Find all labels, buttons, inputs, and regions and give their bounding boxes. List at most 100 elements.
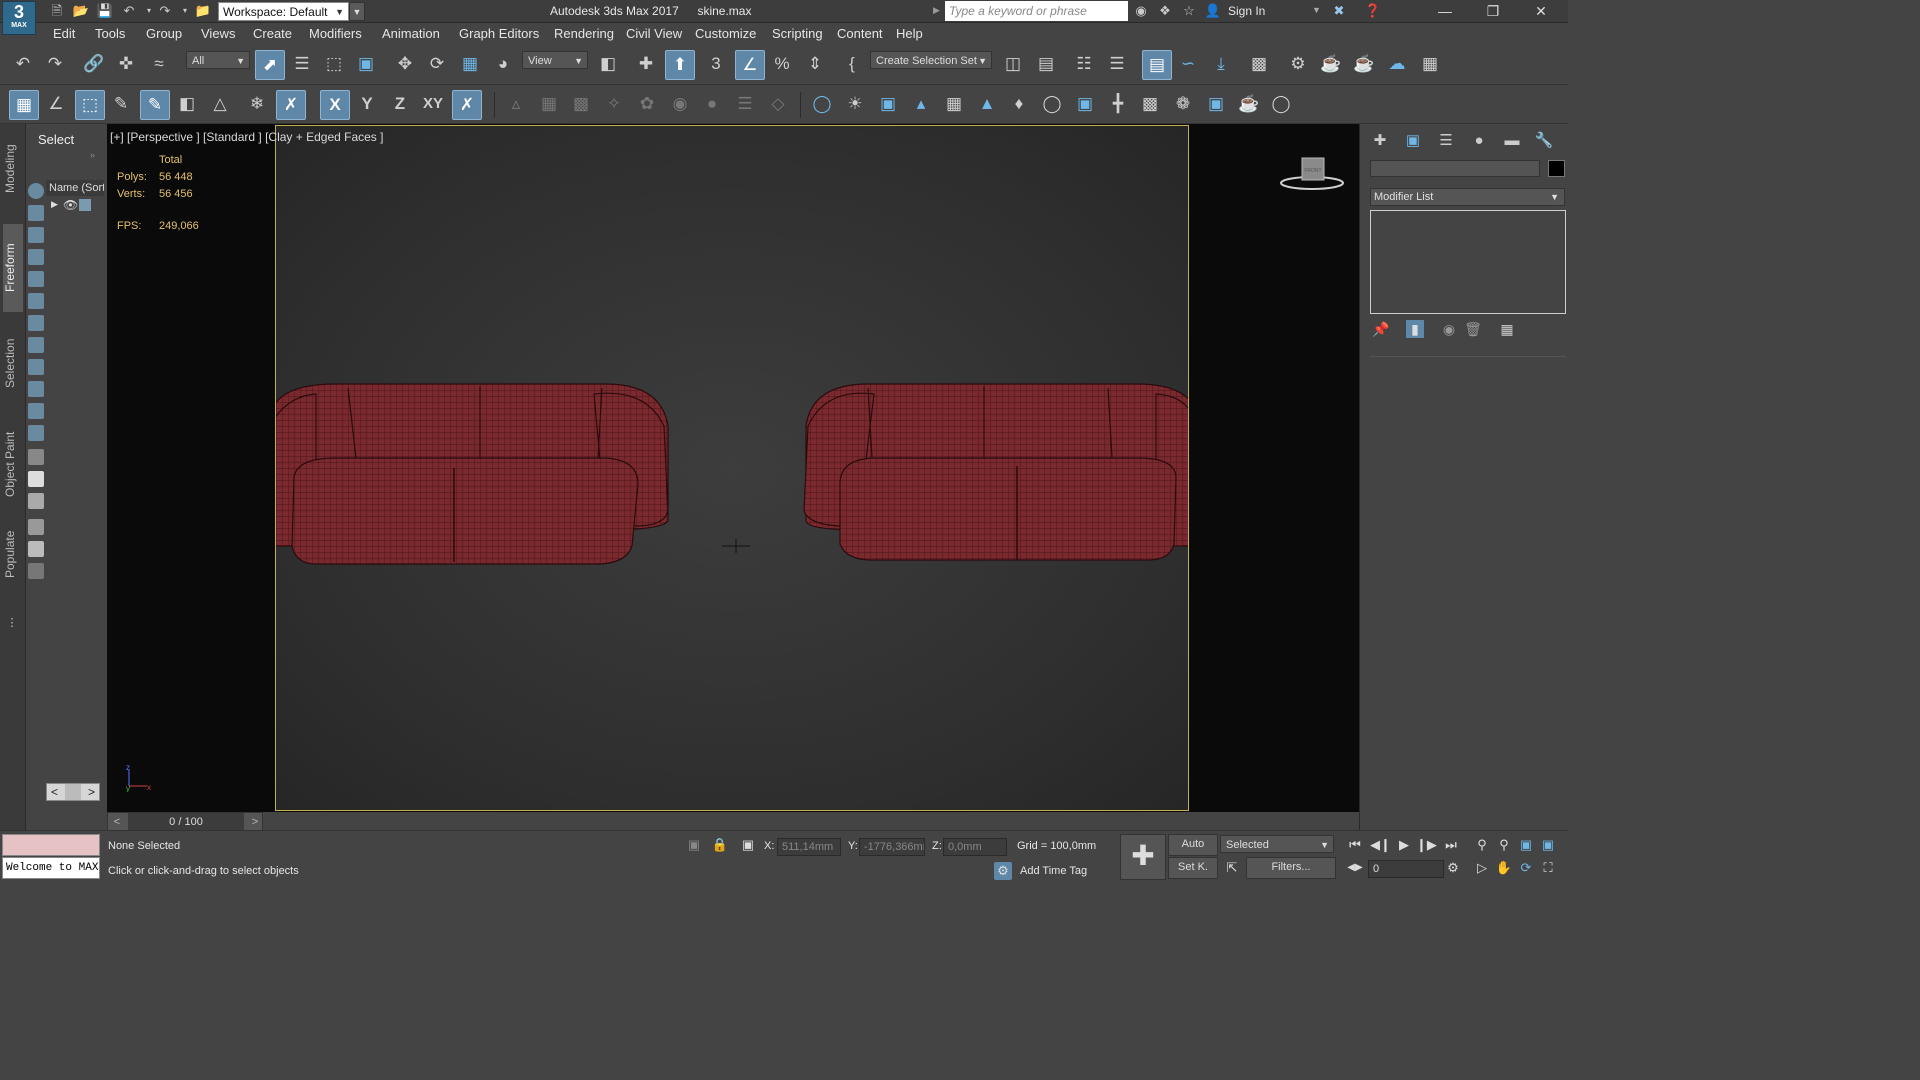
menu-create[interactable]: Create [253, 26, 292, 41]
expand-triangle-icon[interactable]: ▶ [51, 199, 58, 210]
zoom-all-icon[interactable]: ⚲ [1494, 836, 1514, 854]
redo-icon[interactable]: ↷ [41, 50, 69, 78]
freeze-icon[interactable]: ❄ [243, 90, 271, 118]
spray-icon[interactable]: ✧ [600, 90, 628, 118]
bind-to-space-warp-icon[interactable]: ≈ [145, 50, 173, 78]
snaps-toggle-icon[interactable]: 3 [702, 50, 730, 78]
menu-modifiers[interactable]: Modifiers [309, 26, 362, 41]
viewcube[interactable]: FRONT [1276, 154, 1348, 196]
render-setup-icon[interactable]: ⚙ [1284, 50, 1312, 78]
modify-tab-icon[interactable]: ▣ [1401, 130, 1425, 152]
face-snap-icon[interactable]: △ [206, 90, 234, 118]
menu-help[interactable]: Help [896, 26, 923, 41]
menu-customize[interactable]: Customize [695, 26, 756, 41]
explorer-scroll-control[interactable]: < > [46, 783, 100, 801]
field-of-view-icon[interactable]: ▷ [1472, 859, 1492, 877]
sun-icon[interactable]: ☀ [841, 90, 869, 118]
new-file-icon[interactable]: 🗎 [48, 3, 66, 19]
explorer-expand-icon[interactable]: » [90, 150, 95, 160]
communication-center-icon[interactable]: ❖ [1156, 3, 1174, 19]
object-color-swatch[interactable] [1548, 160, 1565, 177]
undo-icon[interactable]: ↶ [120, 3, 138, 19]
rectangular-selection-region-icon[interactable]: ⬚ [320, 50, 348, 78]
flame-icon[interactable]: ♦ [1005, 90, 1033, 118]
ribbon-tab-object-paint[interactable]: Object Paint [3, 424, 23, 504]
sofa-right[interactable] [803, 383, 1189, 561]
diamond-icon[interactable]: ◇ [764, 90, 792, 118]
project-folder-icon[interactable]: 📁 [194, 3, 212, 19]
percent-snap-icon[interactable]: % [768, 50, 796, 78]
ribbon-tab-selection[interactable]: Selection [3, 329, 23, 397]
menu-civil-view[interactable]: Civil View [626, 26, 682, 41]
pan-view-icon[interactable]: ✋ [1494, 859, 1514, 877]
align-icon[interactable]: ▤ [1032, 50, 1060, 78]
axis-x-button[interactable]: X [320, 90, 350, 120]
select-manipulate-icon[interactable]: ✚ [632, 50, 660, 78]
configure-modifier-sets-icon[interactable]: ▦ [1498, 320, 1516, 338]
display-bones-icon[interactable] [28, 381, 44, 397]
bounding-box-snap-icon[interactable]: ⬚ [75, 90, 105, 120]
material-editor-icon[interactable]: ▩ [1245, 50, 1273, 78]
explorer-column-header[interactable]: Name (Sorted Ascending) [46, 180, 104, 196]
curve-editor-icon[interactable]: ∽ [1174, 50, 1202, 78]
edit-snap-icon[interactable]: ✎ [107, 90, 135, 118]
key-filters-icon[interactable]: ⇱ [1222, 859, 1242, 877]
page-icon[interactable] [28, 471, 44, 487]
rendered-frame-window-icon[interactable]: ☕ [1317, 50, 1345, 78]
snap-to-frozen-icon[interactable]: ✗ [276, 90, 306, 120]
maxscript-output[interactable]: Welcome to MAXScript. [2, 857, 100, 879]
perspective-viewport[interactable] [275, 125, 1189, 811]
goto-end-icon[interactable]: ⏭ [1441, 836, 1461, 854]
display-groups-icon[interactable] [28, 337, 44, 353]
teapot-icon[interactable]: ☕ [1235, 90, 1263, 118]
viewport-label-menu[interactable]: [+] [Perspective ] [Standard ] [Clay + E… [110, 130, 383, 144]
display-containers-icon[interactable] [28, 403, 44, 419]
menu-tools[interactable]: Tools [95, 26, 125, 41]
axis-z-button[interactable]: Z [386, 90, 414, 118]
list-icon[interactable] [28, 449, 44, 465]
crosshair-icon[interactable]: ╋ [1104, 90, 1132, 118]
restore-button[interactable]: ❐ [1470, 0, 1516, 23]
safe-frame-icon[interactable]: ▣ [1202, 90, 1230, 118]
menu-views[interactable]: Views [201, 26, 235, 41]
set-key-big-button[interactable]: ✚ [1120, 834, 1166, 880]
menu-rendering[interactable]: Rendering [554, 26, 614, 41]
angle-snap-icon[interactable]: ∠ [735, 50, 765, 80]
use-pivot-center-icon[interactable]: ◧ [594, 50, 622, 78]
favorites-star-icon[interactable]: ☆ [1180, 3, 1198, 19]
zoom-icon[interactable]: ⚲ [1472, 836, 1492, 854]
display-lights-icon[interactable] [28, 249, 44, 265]
display-xrefs-icon[interactable] [28, 359, 44, 375]
current-frame-field[interactable]: 0 [1368, 860, 1444, 878]
funnel-icon[interactable] [28, 541, 44, 557]
scroll-left-icon[interactable]: < [51, 785, 58, 799]
display-shapes-icon[interactable] [28, 227, 44, 243]
key-mode-dropdown[interactable]: Selected ▼ [1220, 835, 1334, 853]
ribbon-expand-icon[interactable]: ⋮ [5, 616, 19, 644]
unlink-selection-icon[interactable]: ✜ [112, 50, 140, 78]
orbit-icon[interactable]: ⟳ [1516, 859, 1536, 877]
goto-start-icon[interactable]: ⏮ [1345, 836, 1365, 854]
search-expand-icon[interactable]: ▶ [933, 5, 940, 16]
render-in-cloud-icon[interactable]: ☁ [1383, 50, 1411, 78]
folder-icon[interactable] [28, 563, 44, 579]
filter-funnel-icon[interactable] [28, 519, 44, 535]
light-bulb-icon[interactable]: ◯ [808, 90, 836, 118]
toggle-layer-explorer-icon[interactable]: ☰ [1103, 50, 1131, 78]
zoom-extents-all-icon[interactable]: ▣ [1538, 836, 1558, 854]
show-end-result-icon[interactable]: ▮ [1406, 320, 1424, 338]
toggle-scene-explorer-icon[interactable]: ☷ [1070, 50, 1098, 78]
open-file-icon[interactable]: 📂 [72, 3, 90, 19]
scroll-right-icon[interactable]: > [88, 785, 95, 799]
book-icon[interactable]: ▦ [940, 90, 968, 118]
viewport-icon[interactable]: ▩ [1136, 90, 1164, 118]
environment-icon[interactable]: ▣ [1071, 90, 1099, 118]
stack-icon[interactable]: ☰ [731, 90, 759, 118]
maximize-viewport-icon[interactable]: ⛶ [1538, 859, 1558, 877]
select-and-place-icon[interactable]: ◕ [489, 50, 517, 78]
checker-icon[interactable]: ▩ [567, 90, 595, 118]
time-slider-next-icon[interactable]: > [248, 813, 262, 831]
app-logo[interactable]: 3 MAX [2, 1, 36, 35]
sign-in-link[interactable]: Sign In [1228, 4, 1265, 18]
axis-xy-button[interactable]: XY [419, 90, 447, 118]
